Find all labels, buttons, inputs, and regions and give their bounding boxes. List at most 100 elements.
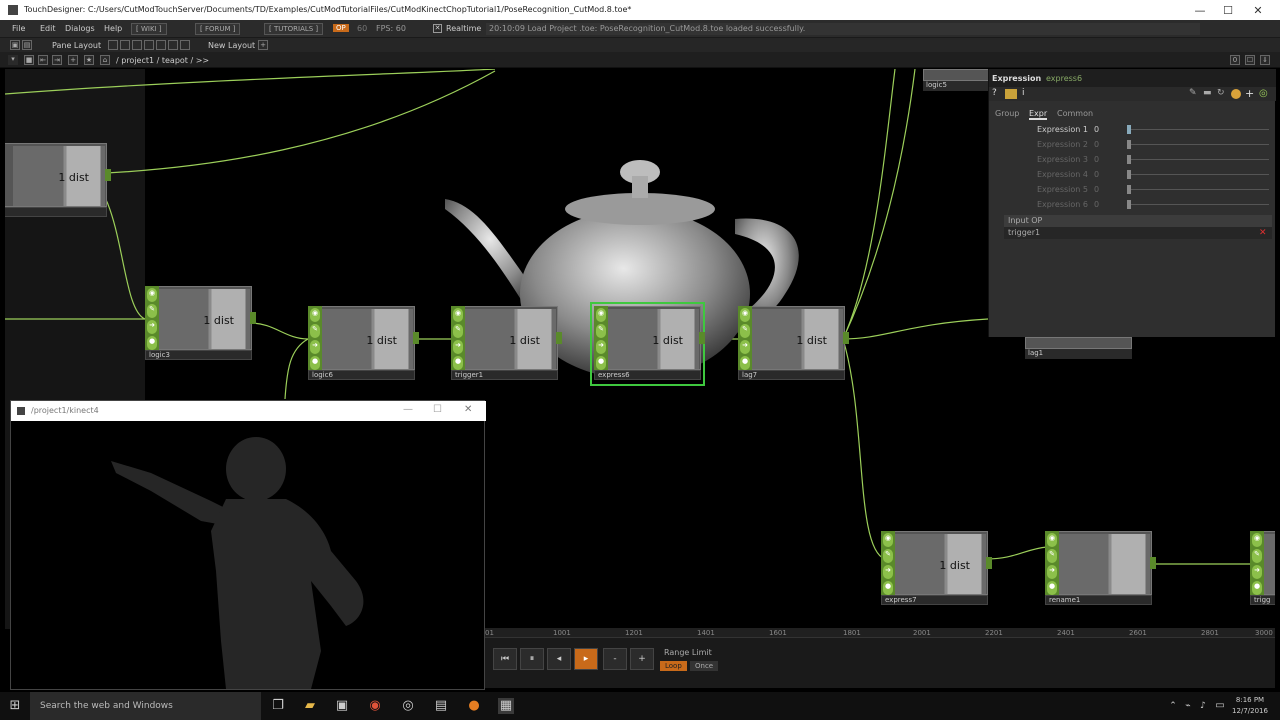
menu-edit[interactable]: Edit: [40, 24, 56, 33]
new-layout-label[interactable]: New Layout: [208, 41, 255, 50]
pane-max-icon[interactable]: ☐: [1245, 55, 1255, 65]
input-op-field[interactable]: trigger1: [1004, 227, 1272, 239]
step-minus-button[interactable]: -: [603, 648, 627, 670]
taskbar-time[interactable]: 8:16 PM: [1230, 696, 1270, 704]
node-lag7[interactable]: ◉ ✎ ➜ ● 1 dist lag7: [738, 306, 849, 382]
target-icon[interactable]: ◎: [1259, 88, 1268, 99]
wiki-button[interactable]: [ WIKI ]: [131, 23, 167, 35]
kinect-viewer-window[interactable]: /project1/kinect4 — ☐ ✕: [10, 400, 486, 690]
node-logic5[interactable]: logic5: [923, 69, 993, 91]
node-top-left[interactable]: 1 dist: [5, 143, 111, 219]
pane-icon[interactable]: ▣: [10, 40, 20, 50]
forum-button[interactable]: [ FORUM ]: [195, 23, 241, 35]
app-icon[interactable]: ▤: [433, 698, 449, 714]
param-expression2[interactable]: Expression 2 0: [989, 138, 1276, 152]
slider-knob[interactable]: [1127, 140, 1131, 149]
node-express7[interactable]: ◉ ✎ ➜ ● 1 dist express7: [881, 531, 992, 607]
param-value[interactable]: 0: [1094, 140, 1099, 149]
rewind-button[interactable]: ⏮: [493, 648, 517, 670]
add-layout-icon[interactable]: +: [258, 40, 268, 50]
viewer-maximize-button[interactable]: ☐: [433, 404, 442, 415]
param-expression1[interactable]: Expression 1 0: [989, 123, 1276, 137]
color-icon[interactable]: [1231, 89, 1241, 99]
help-icon[interactable]: ?: [992, 88, 997, 98]
windows-start-icon[interactable]: ⊞: [7, 698, 23, 714]
param-expression4[interactable]: Expression 4 0: [989, 168, 1276, 182]
param-value[interactable]: 0: [1094, 170, 1099, 179]
realtime-checkbox[interactable]: ✕: [433, 24, 442, 33]
maximize-button[interactable]: ☐: [1212, 0, 1244, 20]
node-trigger1[interactable]: ◉ ✎ ➜ ● 1 dist trigger1: [451, 306, 562, 382]
param-slider[interactable]: [1129, 189, 1269, 190]
taskbar-search[interactable]: Search the web and Windows: [30, 692, 261, 720]
pane-pin-icon[interactable]: ⇓: [1260, 55, 1270, 65]
param-expression5[interactable]: Expression 5 0: [989, 183, 1276, 197]
bookmark-icon[interactable]: ★: [84, 55, 94, 65]
network-icon[interactable]: ⌁: [1180, 698, 1196, 714]
pause-button[interactable]: ⏸: [520, 648, 544, 670]
back-icon[interactable]: ⇤: [38, 55, 48, 65]
refresh-icon[interactable]: ↻: [1217, 88, 1225, 98]
tab-expr[interactable]: Expr: [1029, 109, 1048, 120]
pane-split-icon[interactable]: ▤: [22, 40, 32, 50]
param-value[interactable]: 0: [1094, 185, 1099, 194]
menu-help[interactable]: Help: [104, 24, 122, 33]
param-slider[interactable]: [1129, 174, 1269, 175]
viewer-close-button[interactable]: ✕: [464, 404, 472, 415]
tab-group[interactable]: Group: [995, 109, 1019, 118]
node-output-port[interactable]: [413, 332, 419, 344]
param-value[interactable]: 0: [1094, 155, 1099, 164]
touchdesigner-icon[interactable]: ▦: [498, 698, 514, 714]
slider-knob[interactable]: [1127, 185, 1131, 194]
dropdown-icon[interactable]: ▾: [8, 55, 18, 65]
layout-2-icon[interactable]: [120, 40, 130, 50]
node-express6[interactable]: ◉ ✎ ➜ ● 1 dist express6: [590, 302, 705, 386]
tray-chevron-icon[interactable]: ⌃: [1165, 698, 1181, 714]
node-output-port[interactable]: [105, 169, 111, 181]
edit-icon[interactable]: ✎: [1189, 88, 1197, 98]
chrome-icon[interactable]: ◉: [367, 698, 383, 714]
slider-knob[interactable]: [1127, 200, 1131, 209]
comment-icon[interactable]: ▬: [1203, 88, 1212, 98]
task-view-icon[interactable]: ❐: [270, 698, 286, 714]
node-logic3[interactable]: ◉ ✎ ➜ ● 1 dist logic3: [145, 286, 256, 362]
slider-knob[interactable]: [1127, 125, 1131, 134]
home-icon[interactable]: +: [68, 55, 78, 65]
layout-1-icon[interactable]: [108, 40, 118, 50]
tutorials-button[interactable]: [ TUTORIALS ]: [264, 23, 324, 35]
close-button[interactable]: ✕: [1242, 0, 1274, 20]
node-rename1[interactable]: ◉ ✎ ➜ ● rename1: [1045, 531, 1156, 607]
op-name[interactable]: express6: [1046, 74, 1082, 83]
file-explorer-icon[interactable]: ▰: [302, 698, 318, 714]
once-button[interactable]: Once: [690, 661, 719, 671]
steam-icon[interactable]: ◎: [400, 698, 416, 714]
layout-7-icon[interactable]: [180, 40, 190, 50]
node-output-port[interactable]: [986, 557, 992, 569]
param-value[interactable]: 0: [1094, 125, 1099, 134]
node-output-port[interactable]: [1150, 557, 1156, 569]
store-icon[interactable]: ▣: [334, 698, 350, 714]
volume-icon[interactable]: ♪: [1195, 698, 1211, 714]
node-output-port[interactable]: [556, 332, 562, 344]
step-plus-button[interactable]: +: [630, 648, 654, 670]
network-path[interactable]: / project1 / teapot / >>: [116, 56, 209, 65]
node-lag1[interactable]: lag1: [1025, 337, 1132, 359]
pane-option-icon[interactable]: 0: [1230, 55, 1240, 65]
stop-icon[interactable]: ■: [24, 55, 34, 65]
input-op-header[interactable]: Input OP: [1004, 215, 1272, 227]
node-output-port[interactable]: [250, 312, 256, 324]
layout-6-icon[interactable]: [168, 40, 178, 50]
taskbar-date[interactable]: 12/7/2016: [1230, 707, 1270, 715]
param-value[interactable]: 0: [1094, 200, 1099, 209]
info-icon[interactable]: i: [1022, 88, 1025, 98]
node-logic6[interactable]: ◉ ✎ ➜ ● 1 dist logic6: [308, 306, 419, 382]
slider-knob[interactable]: [1127, 155, 1131, 164]
param-slider[interactable]: [1129, 159, 1269, 160]
param-expression6[interactable]: Expression 6 0: [989, 198, 1276, 212]
param-slider[interactable]: [1129, 144, 1269, 145]
param-slider[interactable]: [1129, 204, 1269, 205]
menu-dialogs[interactable]: Dialogs: [65, 24, 95, 33]
layout-4-icon[interactable]: [144, 40, 154, 50]
op-badge[interactable]: OP: [333, 24, 349, 32]
tab-common[interactable]: Common: [1057, 109, 1093, 118]
